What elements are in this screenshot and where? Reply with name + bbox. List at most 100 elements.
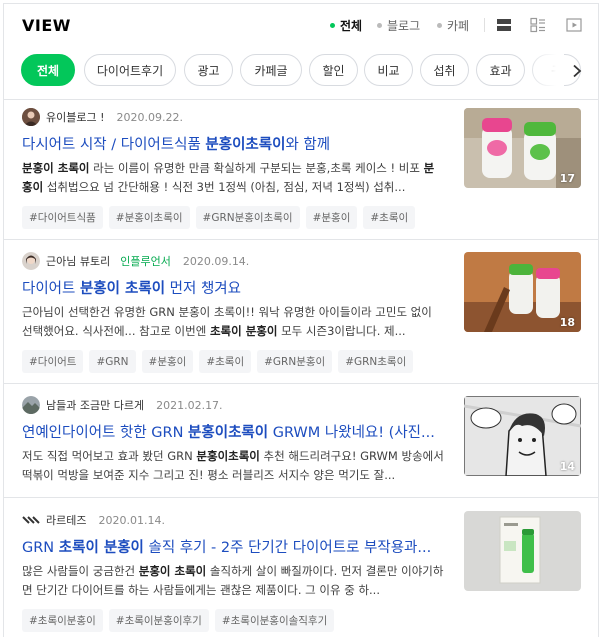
hashtag[interactable]: #초록이분홍이후기 [108,609,209,632]
chips-fade [524,54,564,88]
divider [484,18,485,32]
text-run: 솔직 후기 - 2주 단기간 다이어트로 부작용과... [143,540,432,556]
category-chip-bar: 전체 다이어트후기 광고 카페글 할인 비교 섭취 효과 구 [4,54,598,90]
result-description[interactable]: 근아님이 선택한건 유명한 GRN 분홍이 초록이!! 워낙 유명한 아이들이라… [22,303,444,341]
chip-label: 광고 [197,63,220,78]
tag-list: #초록이분홍이 #초록이분홍이후기 #초록이분홍이솔직후기 [22,609,340,633]
image-count: 18 [559,316,575,329]
video-view-icon[interactable] [565,16,583,34]
highlighted-keyword: 초록이 분홍이 [58,540,144,556]
highlighted-keyword: 분홍이 초록이 [22,161,90,175]
hashtag[interactable]: #GRN [89,350,136,373]
text-run: 와 함께 [285,137,331,153]
image-count: 14 [559,460,575,473]
view-panel: VIEW 전체 블로그 카페 전체 다이어트후기 광고 카페글 할인 비교 섭취… [3,3,599,637]
result-title[interactable]: 다시어트 시작 / 다이어트식품 분홍이초록이와 함께 [22,133,444,154]
highlighted-keyword: 분홍이초록이 [188,425,269,441]
avatar[interactable] [22,396,40,414]
filter-label: 카페 [447,19,470,33]
result-item[interactable]: 남들과 조금만 다르게 2021.02.17. 연예인다이어트 핫한 GRN 분… [4,396,598,496]
section-title: VIEW [22,16,71,35]
text-run: 먼저 챙겨요 [165,281,241,297]
chip-all[interactable]: 전체 [21,54,75,86]
highlighted-keyword: 분홍이초록이 [196,449,260,463]
source-row: 라르테즈 2020.01.14. [22,511,165,529]
hashtag[interactable]: #분홍이초록이 [108,206,190,229]
chip-label: 전체 [36,63,60,78]
card-view-icon[interactable] [529,16,547,34]
highlighted-keyword: 분홍이 초록이 [79,281,166,297]
highlighted-keyword: 분홍이 초록이 [138,564,207,578]
result-description[interactable]: 많은 사람들이 궁금한건 분홍이 초록이 솔직하게 살이 빠질까이다. 먼저 결… [22,562,444,600]
chip-ad[interactable]: 광고 [184,54,233,86]
list-view-icon[interactable] [495,16,513,34]
hashtag[interactable]: #분홍이 [141,350,194,373]
dot-icon [377,23,382,28]
avatar[interactable] [22,108,40,126]
filter-label: 블로그 [387,19,421,33]
result-item[interactable]: 라르테즈 2020.01.14. GRN 초록이 분홍이 솔직 후기 - 2주 … [4,511,598,637]
result-thumbnail[interactable]: 14 [464,396,581,476]
divider [4,383,598,384]
hashtag[interactable]: #GRN분홍이초록이 [195,206,300,229]
post-date: 2021.02.17. [156,398,223,412]
post-date: 2020.09.14. [182,254,250,268]
text-run: 다이어트 [22,281,80,297]
filter-all[interactable]: 전체 [330,17,362,34]
hashtag[interactable]: #GRN초록이 [338,350,414,373]
result-item[interactable]: 유이블로그 ! 2020.09.22. 다시어트 시작 / 다이어트식품 분홍이… [4,108,598,234]
result-thumbnail[interactable] [464,511,581,591]
active-dot-icon [330,23,335,28]
filter-label: 전체 [340,19,363,33]
result-item[interactable]: 근아님 뷰토리 인플루언서 2020.09.14. 다이어트 분홍이 초록이 먼… [4,252,598,378]
chip-diet-review[interactable]: 다이어트후기 [84,54,176,86]
hashtag[interactable]: #다이어트 [22,350,84,373]
chip-intake[interactable]: 섭취 [420,54,469,86]
chevron-right-icon[interactable] [566,60,588,82]
result-title[interactable]: GRN 초록이 분홍이 솔직 후기 - 2주 단기간 다이어트로 부작용과... [22,536,444,557]
hashtag[interactable]: #초록이 [199,350,252,373]
avatar[interactable] [22,252,40,270]
hashtag[interactable]: #초록이분홍이 [22,609,103,632]
source-row: 남들과 조금만 다르게 2021.02.17. [22,396,223,414]
filter-blog[interactable]: 블로그 [377,17,420,34]
result-title[interactable]: 연예인다이어트 핫한 GRN 분홍이초록이 GRWM 나왔네요! (사진... [22,421,444,442]
chip-compare[interactable]: 비교 [364,54,413,86]
highlighted-keyword: 초록이 분홍이 [209,324,278,338]
highlighted-keyword: 분홍이초록이 [205,137,286,153]
text-run: 많은 사람들이 궁금한건 [22,564,139,578]
text-run: 모두 시즌3이랍니다. 제... [277,324,406,338]
hashtag[interactable]: #초록이 [363,206,416,229]
source-name[interactable]: 라르테즈 [46,512,86,528]
chip-label: 효과 [489,63,512,78]
text-run: GRWM 나왔네요! (사진... [268,425,435,441]
hashtag[interactable]: #분홍이 [305,206,358,229]
chip-cafe-post[interactable]: 카페글 [240,54,302,86]
source-name[interactable]: 남들과 조금만 다르게 [46,397,144,413]
chip-effect[interactable]: 효과 [476,54,525,86]
divider [4,239,598,240]
result-description[interactable]: 분홍이 초록이 라는 이름이 유명한 만큼 확실하게 구분되는 분홍,초록 케이… [22,159,444,197]
text-run: 연예인다이어트 핫한 GRN [22,425,189,441]
filter-cafe[interactable]: 카페 [437,17,469,34]
text-run: GRN [22,540,59,556]
hashtag[interactable]: #초록이분홍이솔직후기 [214,609,335,632]
hashtag[interactable]: #GRN분홍이 [257,350,333,373]
result-description[interactable]: 저도 직접 먹어보고 효과 봤던 GRN 분홍이초록이 추천 해드리려구요! G… [22,447,444,485]
result-thumbnail[interactable]: 17 [464,108,581,188]
source-name[interactable]: 근아님 뷰토리 [46,253,110,269]
chip-label: 카페글 [254,63,288,78]
avatar[interactable] [22,511,40,529]
result-thumbnail[interactable]: 18 [464,252,581,332]
text-run: 라는 이름이 유명한 만큼 확실하게 구분되는 분홍,초록 케이스 ! 비포 [89,161,424,175]
chip-label: 할인 [322,63,345,78]
source-name[interactable]: 유이블로그 ! [46,109,105,125]
tag-list: #다이어트식품 #분홍이초록이 #GRN분홍이초록이 #분홍이 #초록이 [22,206,421,230]
result-title[interactable]: 다이어트 분홍이 초록이 먼저 챙겨요 [22,277,444,298]
dot-icon [437,23,442,28]
divider [4,99,598,100]
chip-label: 섭취 [433,63,456,78]
chip-discount[interactable]: 할인 [309,54,358,86]
hashtag[interactable]: #다이어트식품 [22,206,103,229]
text-run: 저도 직접 먹어보고 효과 봤던 GRN [22,449,197,463]
